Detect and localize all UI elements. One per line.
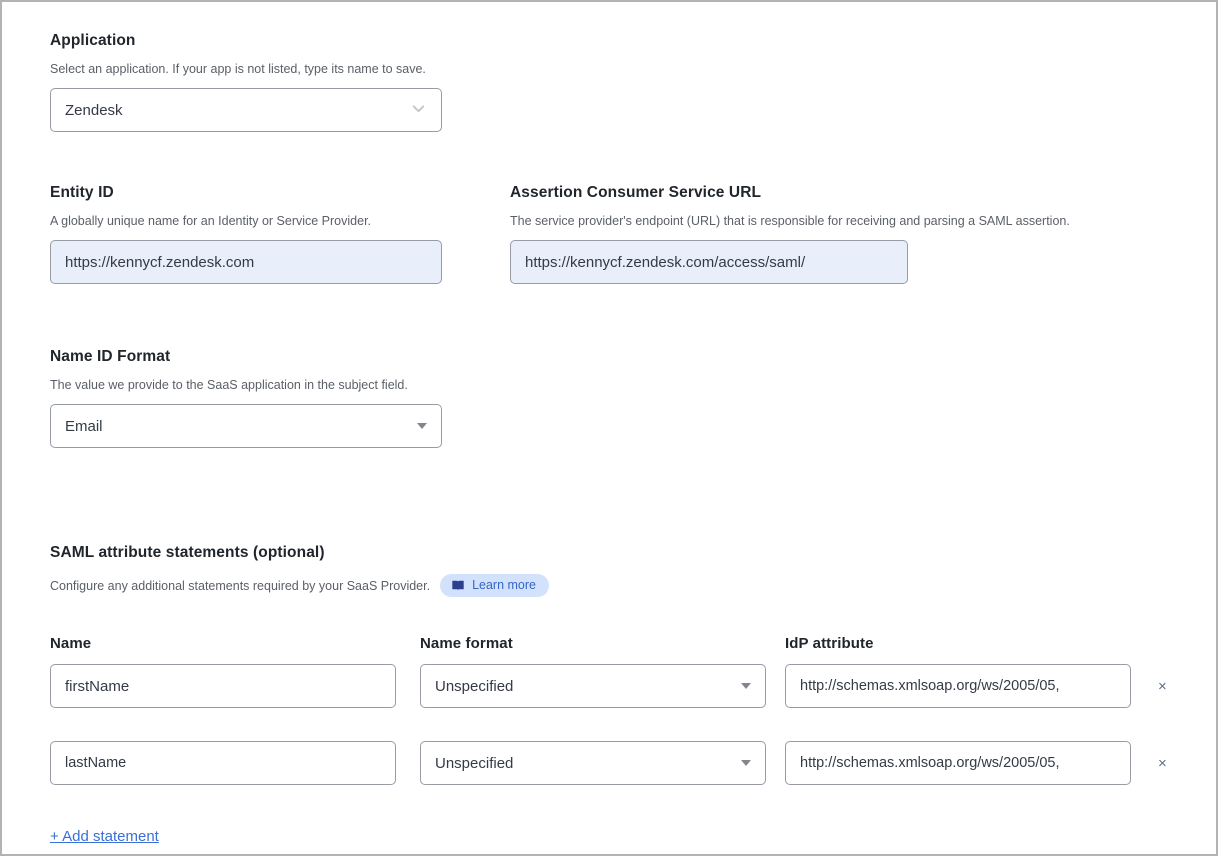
entity-id-helper: A globally unique name for an Identity o… [50,214,442,228]
saml-attributes-helper: Configure any additional statements requ… [50,579,430,593]
statements-header: Name Name format IdP attribute [50,635,1168,652]
book-icon [451,579,465,592]
statement-idp-attribute-input[interactable] [785,741,1131,785]
caret-down-icon [417,423,427,429]
application-label: Application [50,32,1168,50]
statement-row: Unspecified × [50,741,1168,785]
caret-down-icon [741,683,751,689]
statement-name-format-value: Unspecified [435,678,513,695]
statement-name-format-value: Unspecified [435,755,513,772]
column-name-format: Name format [420,635,766,652]
saml-attributes-label: SAML attribute statements (optional) [50,544,1168,562]
name-id-format-label: Name ID Format [50,348,1168,366]
column-name: Name [50,635,396,652]
application-value: Zendesk [65,102,123,119]
entity-id-label: Entity ID [50,184,442,202]
name-id-format-section: Name ID Format The value we provide to t… [50,348,1168,448]
application-helper: Select an application. If your app is no… [50,62,1168,76]
statement-name-format-select[interactable]: Unspecified [420,664,766,708]
remove-statement-button[interactable]: × [1158,679,1167,694]
statement-name-input[interactable] [50,664,396,708]
learn-more-label: Learn more [472,578,536,592]
remove-statement-button[interactable]: × [1158,756,1167,771]
acs-url-section: Assertion Consumer Service URL The servi… [510,184,1130,284]
entity-id-section: Entity ID A globally unique name for an … [50,184,442,284]
acs-url-helper: The service provider's endpoint (URL) th… [510,214,1130,228]
saml-attributes-section: SAML attribute statements (optional) Con… [50,544,1168,846]
add-statement-link[interactable]: + Add statement [50,828,159,845]
statement-idp-attribute-input[interactable] [785,664,1131,708]
saml-attributes-helper-row: Configure any additional statements requ… [50,574,1168,597]
application-combobox[interactable]: Zendesk [50,88,442,132]
column-idp-attribute: IdP attribute [785,635,1131,652]
application-section: Application Select an application. If yo… [50,32,1168,132]
entity-acs-row: Entity ID A globally unique name for an … [50,184,1168,284]
acs-url-input[interactable] [510,240,908,284]
acs-url-label: Assertion Consumer Service URL [510,184,1130,202]
learn-more-button[interactable]: Learn more [440,574,549,597]
statement-name-format-select[interactable]: Unspecified [420,741,766,785]
caret-down-icon [741,760,751,766]
name-id-format-select[interactable]: Email [50,404,442,448]
name-id-format-helper: The value we provide to the SaaS applica… [50,378,1168,392]
statement-name-input[interactable] [50,741,396,785]
statement-row: Unspecified × [50,664,1168,708]
saml-app-config-panel: Application Select an application. If yo… [0,0,1218,856]
entity-id-input[interactable] [50,240,442,284]
name-id-format-value: Email [65,418,103,435]
chevron-down-icon [410,100,427,121]
